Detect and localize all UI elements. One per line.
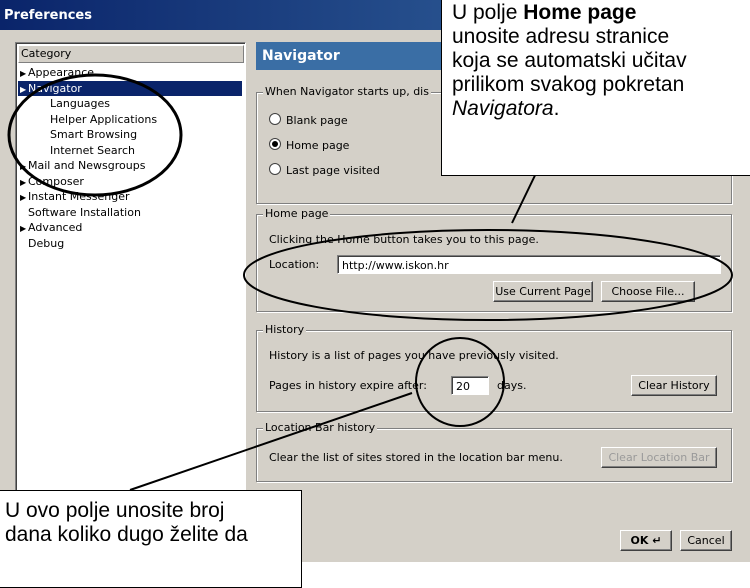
callout-line: koja se automatski učitav	[452, 49, 687, 72]
callout-bold-text: Home page	[523, 1, 637, 24]
callout-line: dana koliko dugo želite da	[5, 523, 248, 546]
callout-line: prilikom svakog pokretan	[452, 73, 685, 96]
bottom-callout-pointer	[129, 392, 413, 491]
top-callout: U polje Home page unosite adresu stranic…	[441, 0, 750, 176]
callout-text: .	[553, 97, 560, 120]
homepage-highlight-ellipse	[243, 229, 733, 321]
history-highlight-ellipse	[415, 337, 505, 427]
bottom-callout: U ovo polje unosite broj dana koliko dug…	[0, 490, 302, 588]
callout-italic-text: Navigatora	[452, 97, 554, 120]
callout-line: U ovo polje unosite broj	[5, 499, 225, 522]
tree-highlight-ellipse	[7, 73, 183, 197]
callout-line: unosite adresu stranice	[452, 25, 670, 48]
callout-text: U polje	[452, 1, 524, 24]
